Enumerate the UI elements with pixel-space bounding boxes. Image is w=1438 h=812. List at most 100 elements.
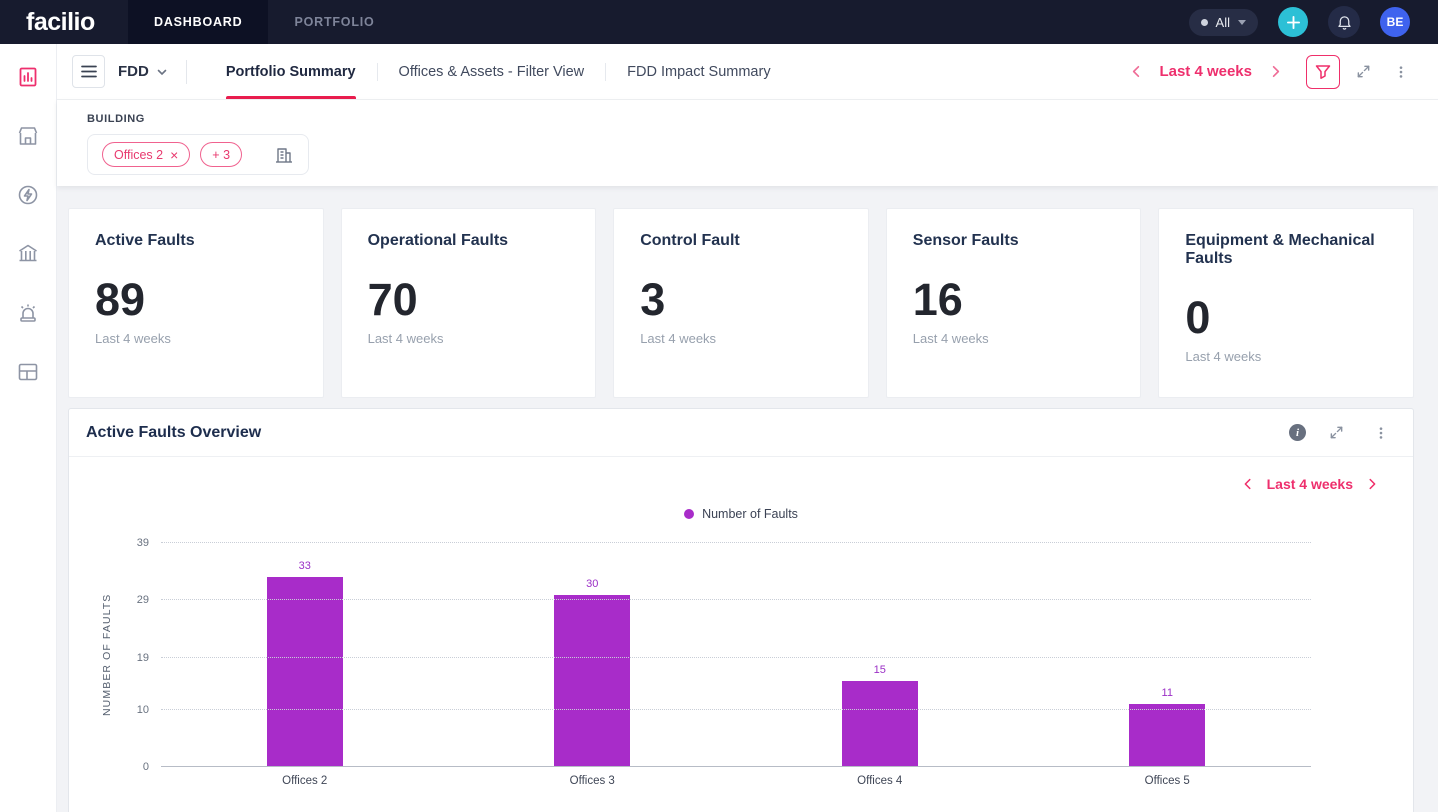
panel-actions: i (1289, 418, 1396, 448)
stat-card-control-fault: Control Fault 3 Last 4 weeks (613, 208, 869, 398)
bar-series: 33301511 (161, 543, 1311, 767)
plot-area: 33301511 010192939 Offices 2Offices 3Off… (161, 543, 1311, 787)
scope-selector[interactable]: All (1189, 9, 1258, 36)
card-subtitle: Last 4 weeks (95, 331, 297, 346)
sidebar-item-fdd[interactable] (15, 64, 41, 90)
more-options-button[interactable] (1386, 57, 1416, 87)
topnav-actions: All BE (1189, 6, 1438, 38)
status-dot-icon (1201, 19, 1208, 26)
chevron-down-icon (156, 66, 168, 78)
bar-data-label: 11 (1162, 687, 1173, 699)
panel-time-next-button[interactable] (1359, 471, 1385, 497)
filter-chip-more-count[interactable]: + 3 (200, 142, 242, 167)
gridline (161, 709, 1311, 710)
bar[interactable] (1129, 704, 1205, 767)
time-range-next-button[interactable] (1262, 59, 1288, 85)
kebab-icon (1394, 64, 1408, 80)
card-title: Equipment & Mechanical Faults (1185, 232, 1387, 268)
bar-data-label: 15 (874, 664, 886, 676)
expand-panel-button[interactable] (1321, 418, 1351, 448)
time-range-label[interactable]: Last 4 weeks (1159, 63, 1252, 80)
user-avatar[interactable]: BE (1380, 7, 1410, 37)
bar-group: 33 (161, 543, 449, 767)
dashboard-toolbar: FDD Portfolio Summary Offices & Assets -… (57, 44, 1438, 100)
chevron-right-icon (1365, 477, 1379, 491)
bar[interactable] (842, 681, 918, 767)
card-title: Control Fault (640, 232, 842, 250)
sidebar-item-layout[interactable] (15, 359, 41, 385)
card-subtitle: Last 4 weeks (913, 331, 1115, 346)
storefront-icon (16, 124, 40, 148)
card-subtitle: Last 4 weeks (640, 331, 842, 346)
x-tick-label: Offices 3 (449, 775, 737, 787)
module-label: FDD (118, 63, 149, 80)
plus-icon (1287, 16, 1300, 29)
card-value: 0 (1185, 295, 1387, 340)
expand-icon (1356, 64, 1371, 79)
panel-header: Active Faults Overview i (69, 409, 1413, 457)
sidebar-item-marketplace[interactable] (15, 123, 41, 149)
bar[interactable] (554, 595, 630, 767)
bar-group: 11 (1024, 543, 1312, 767)
x-tick-label: Offices 4 (736, 775, 1024, 787)
filter-button[interactable] (1306, 55, 1340, 89)
dashboard-content: Active Faults 89 Last 4 weeks Operationa… (57, 186, 1438, 812)
panel-time-prev-button[interactable] (1235, 471, 1261, 497)
sidebar-item-alarms[interactable] (15, 300, 41, 326)
time-range-prev-button[interactable] (1123, 59, 1149, 85)
tab-portfolio-summary[interactable]: Portfolio Summary (205, 44, 377, 99)
nav-tab-dashboard[interactable]: DASHBOARD (128, 0, 268, 44)
toolbar-actions: Last 4 weeks (1123, 55, 1416, 89)
stat-card-operational-faults: Operational Faults 70 Last 4 weeks (341, 208, 597, 398)
gridline (161, 599, 1311, 600)
building-filter-label: BUILDING (87, 113, 1414, 125)
card-value: 89 (95, 277, 297, 322)
building-picker-button[interactable] (274, 145, 294, 165)
card-subtitle: Last 4 weeks (1185, 349, 1387, 364)
legend-label: Number of Faults (702, 507, 798, 521)
stat-card-active-faults: Active Faults 89 Last 4 weeks (68, 208, 324, 398)
bar[interactable] (267, 577, 343, 767)
dashboard-tabs: Portfolio Summary Offices & Assets - Fil… (205, 44, 792, 99)
bell-icon (1336, 14, 1353, 31)
tab-offices-assets-filter-view[interactable]: Offices & Assets - Filter View (378, 44, 606, 99)
scope-label: All (1216, 15, 1230, 30)
layout-icon (16, 360, 40, 384)
funnel-icon (1315, 64, 1331, 80)
info-icon[interactable]: i (1289, 424, 1306, 441)
bar-chart: NUMBER OF FAULTS 33301511 010192939 Offi… (97, 543, 1385, 787)
sidebar-item-portfolio[interactable] (15, 241, 41, 267)
gridline (161, 542, 1311, 543)
remove-chip-icon[interactable]: × (170, 148, 178, 162)
chevron-down-icon (1238, 20, 1246, 25)
stat-card-sensor-faults: Sensor Faults 16 Last 4 weeks (886, 208, 1142, 398)
y-axis-label: NUMBER OF FAULTS (97, 543, 117, 767)
card-title: Operational Faults (368, 232, 570, 250)
panel-time-range-label[interactable]: Last 4 weeks (1267, 476, 1353, 492)
menu-button[interactable] (72, 55, 105, 88)
kebab-icon (1374, 425, 1388, 441)
card-subtitle: Last 4 weeks (368, 331, 570, 346)
tab-fdd-impact-summary[interactable]: FDD Impact Summary (606, 44, 791, 99)
chart-legend[interactable]: Number of Faults (97, 507, 1385, 521)
bank-building-icon (16, 242, 40, 266)
active-faults-overview-panel: Active Faults Overview i (68, 408, 1414, 812)
y-tick-label: 19 (137, 652, 149, 664)
notifications-button[interactable] (1328, 6, 1360, 38)
nav-tab-portfolio[interactable]: PORTFOLIO (268, 0, 400, 44)
panel-body: Last 4 weeks Number of Faults NUMBER OF … (69, 457, 1413, 787)
expand-dashboard-button[interactable] (1348, 57, 1378, 87)
filter-chip-offices-2[interactable]: Offices 2 × (102, 142, 190, 167)
panel-time-range: Last 4 weeks (97, 471, 1385, 497)
chevron-right-icon (1268, 64, 1283, 79)
panel-more-options-button[interactable] (1366, 418, 1396, 448)
module-selector-fdd[interactable]: FDD (118, 63, 168, 80)
add-button[interactable] (1278, 7, 1308, 37)
sidebar-item-energy[interactable] (15, 182, 41, 208)
top-navbar: facilio DASHBOARD PORTFOLIO All BE (0, 0, 1438, 44)
x-tick-label: Offices 2 (161, 775, 449, 787)
lightning-icon (16, 183, 40, 207)
chevron-left-icon (1129, 64, 1144, 79)
x-axis-line (161, 766, 1311, 767)
y-tick-label: 0 (143, 761, 149, 773)
